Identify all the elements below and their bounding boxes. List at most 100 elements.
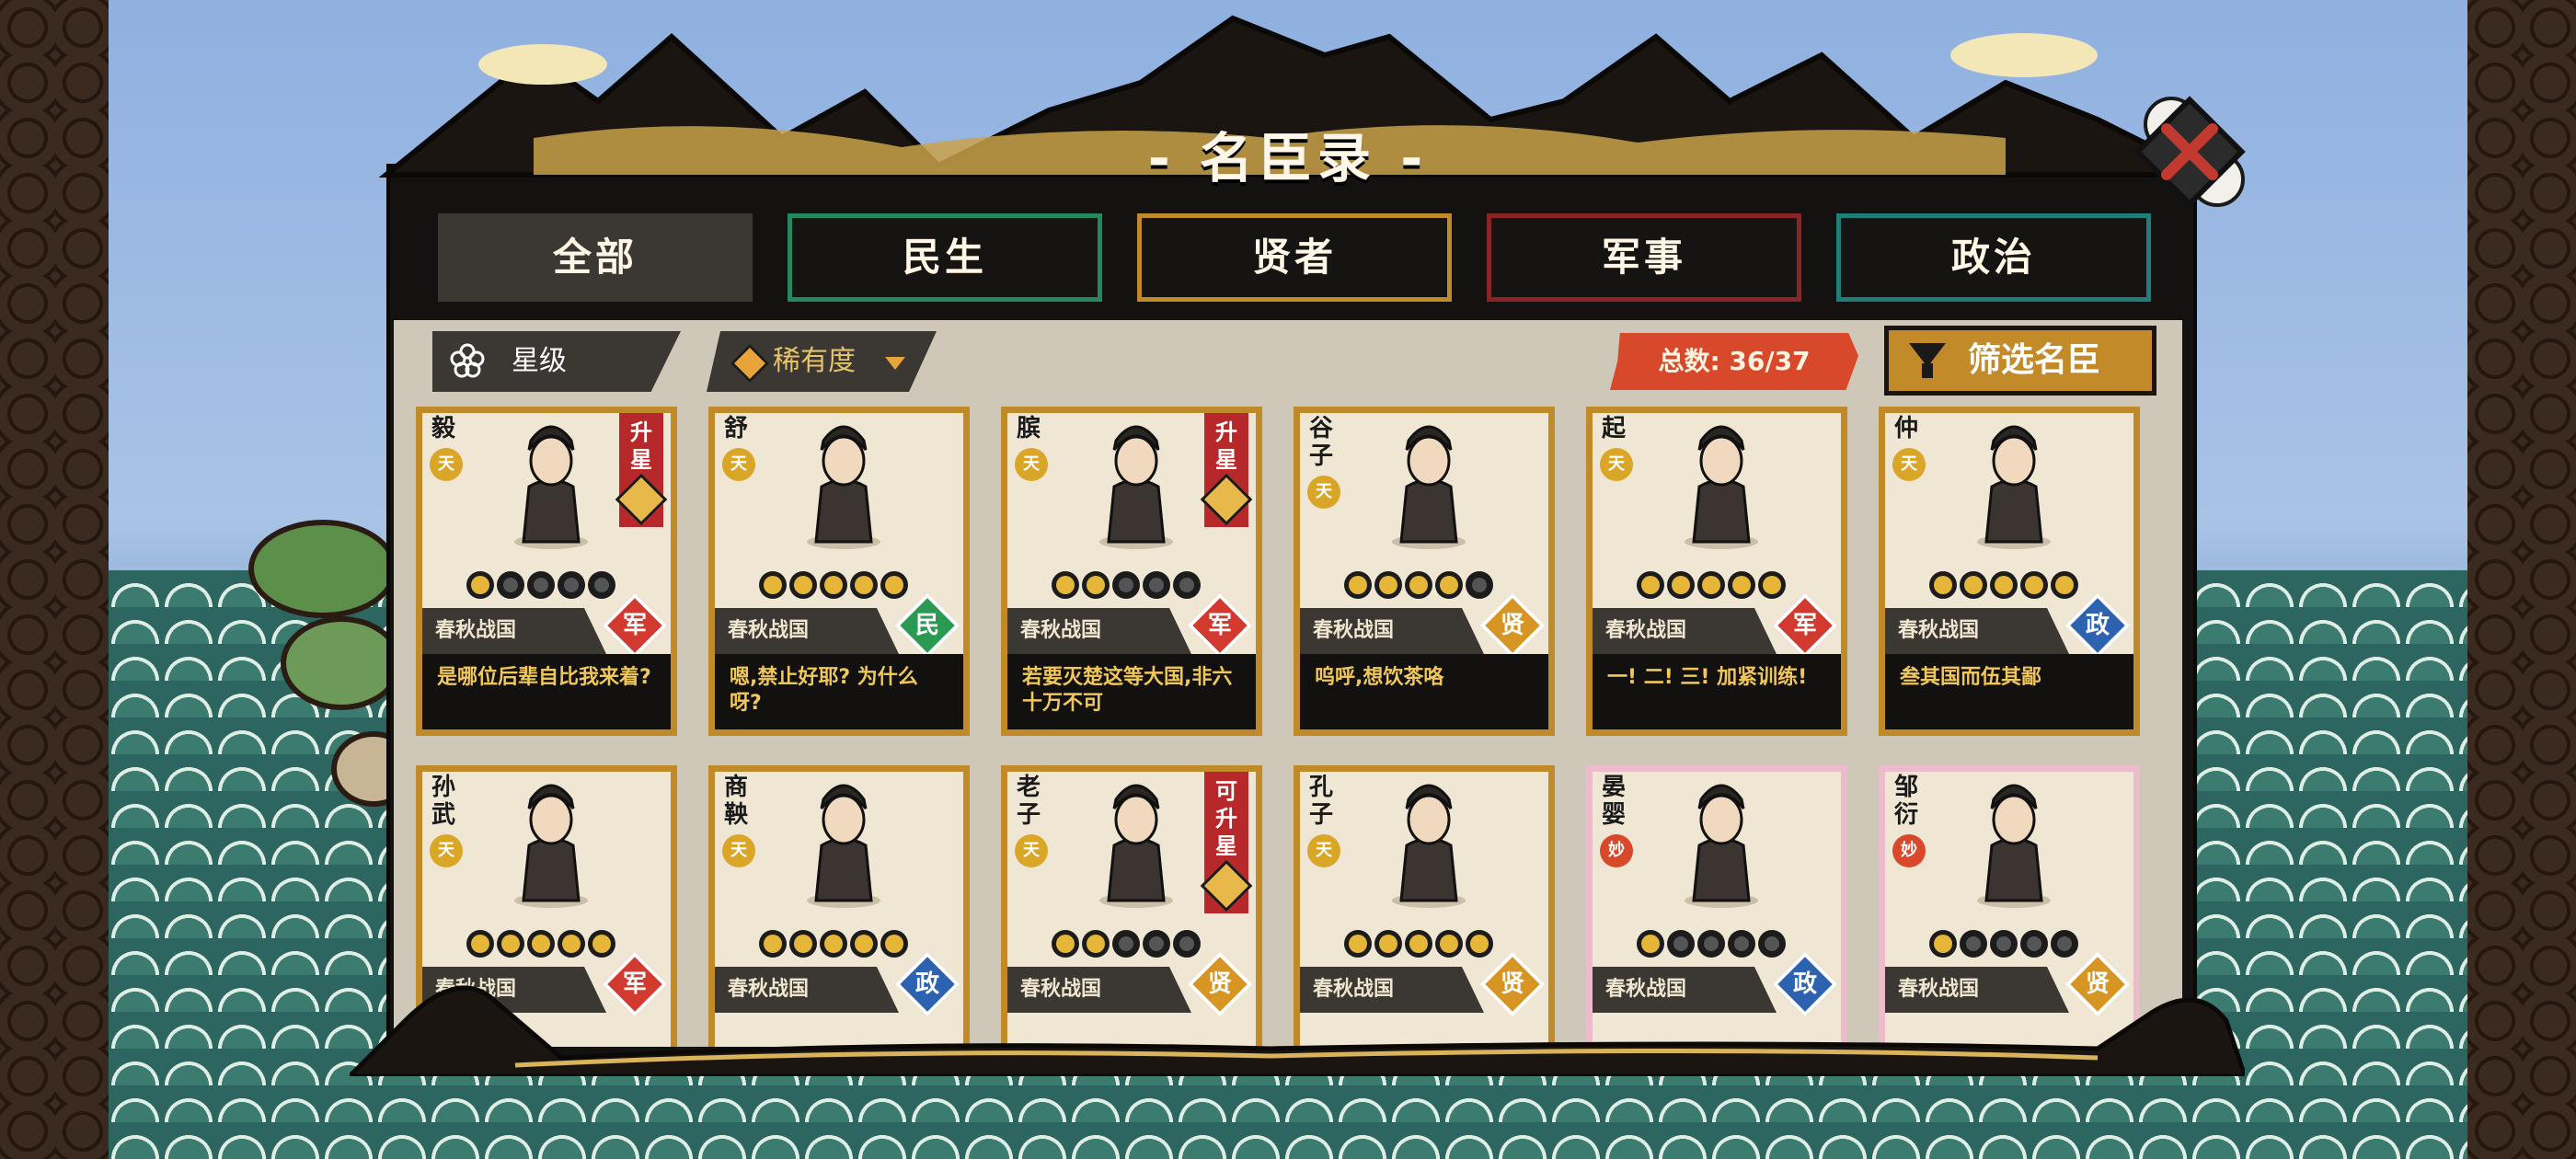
rank-badge: 天 xyxy=(1307,834,1340,867)
star-icon xyxy=(1052,571,1079,599)
star-icon xyxy=(1143,571,1170,599)
star-icon xyxy=(1697,930,1725,958)
tab-military[interactable]: 军事 xyxy=(1487,213,1801,302)
minister-card[interactable]: 谷子天春秋战国贤呜呼,想饮茶咯 xyxy=(1294,407,1555,736)
star-icon xyxy=(466,930,494,958)
minister-portrait xyxy=(514,425,588,549)
star-icon xyxy=(759,930,787,958)
minister-name: 晏婴 xyxy=(1602,774,1627,829)
minister-name: 老子 xyxy=(1017,774,1041,829)
minister-name: 膑 xyxy=(1017,415,1041,442)
star-rating xyxy=(1929,930,2104,959)
star-icon xyxy=(1728,571,1755,599)
minister-card[interactable]: 毅天 升 星春秋战国军是哪位后辈自比我来着? xyxy=(416,407,677,736)
star-icon xyxy=(1405,571,1432,599)
sort-rarity-label: 稀有度 xyxy=(773,345,856,377)
category-label: 军 xyxy=(622,612,647,639)
minister-portrait xyxy=(1392,784,1466,908)
star-icon xyxy=(1082,571,1110,599)
seal-icon xyxy=(615,473,668,526)
star-icon xyxy=(1344,571,1372,599)
rank-badge: 天 xyxy=(430,448,463,481)
minister-name: 舒 xyxy=(724,415,749,442)
upgrade-star-tag[interactable]: 升 星 xyxy=(615,413,668,527)
minister-name: 谷子 xyxy=(1309,415,1334,470)
tab-sage[interactable]: 贤者 xyxy=(1137,213,1452,302)
minister-portrait xyxy=(1392,425,1466,549)
star-rating xyxy=(1344,571,1519,601)
minister-portrait xyxy=(807,425,880,549)
category-badge: 政 xyxy=(2064,592,2131,659)
star-icon xyxy=(1990,571,2018,599)
minister-card[interactable]: 舒天春秋战国民嗯,禁止好耶? 为什么呀? xyxy=(708,407,970,736)
star-icon xyxy=(850,930,878,958)
tab-livelihood[interactable]: 民生 xyxy=(788,213,1102,302)
minister-quote: 若要灭楚这等大国,非六十万不可 xyxy=(1007,654,1256,729)
star-icon xyxy=(1929,930,1957,958)
seal-icon xyxy=(1200,473,1253,526)
minister-portrait xyxy=(807,784,880,908)
list-toolbar: 星级 稀有度 总数: 36/37 筛选名臣 xyxy=(394,320,2182,412)
rank-badge: 妙 xyxy=(1892,834,1926,867)
star-icon xyxy=(2020,571,2048,599)
minister-quote: 嗯,禁止好耶? 为什么呀? xyxy=(715,654,963,729)
rank-badge: 天 xyxy=(1015,834,1048,867)
star-icon xyxy=(1405,930,1432,958)
minister-card[interactable]: 仲天春秋战国政叁其国而伍其鄙 xyxy=(1879,407,2140,736)
star-icon xyxy=(880,930,908,958)
minister-name: 仲 xyxy=(1894,415,1919,442)
star-icon xyxy=(1112,571,1140,599)
star-icon xyxy=(1374,930,1402,958)
star-rating xyxy=(1052,930,1226,959)
filter-ministers-button[interactable]: 筛选名臣 xyxy=(1884,326,2156,396)
minister-name: 毅 xyxy=(431,415,456,442)
floating-island[interactable] xyxy=(248,520,397,618)
diamond-icon xyxy=(730,343,770,384)
right-frame-border xyxy=(2462,0,2576,1159)
category-badge: 军 xyxy=(1772,592,1838,659)
star-icon xyxy=(497,930,524,958)
star-icon xyxy=(1435,930,1463,958)
minister-quote: 叁其国而伍其鄙 xyxy=(1885,654,2133,729)
page-title: - 名臣录 - xyxy=(1147,127,1429,189)
category-badge: 军 xyxy=(1187,592,1253,659)
minister-name: 邹衍 xyxy=(1894,774,1919,829)
minister-card[interactable]: 膑天 升 星春秋战国军若要灭楚这等大国,非六十万不可 xyxy=(1001,407,1262,736)
rank-badge: 天 xyxy=(1015,448,1048,481)
star-icon xyxy=(1960,930,1987,958)
rank-badge: 天 xyxy=(1892,448,1926,481)
star-icon xyxy=(820,930,847,958)
upgrade-star-tag[interactable]: 可 升 星 xyxy=(1200,772,1253,913)
star-icon xyxy=(880,571,908,599)
star-icon xyxy=(558,930,585,958)
sort-by-star-button[interactable]: 星级 xyxy=(432,331,681,392)
category-badge: 贤 xyxy=(1479,592,1546,659)
minister-card[interactable]: 起天春秋战国军一! 二! 三! 加紧训练! xyxy=(1586,407,1847,736)
minister-portrait xyxy=(1685,425,1758,549)
floating-island[interactable] xyxy=(281,616,402,710)
minister-portrait xyxy=(1977,425,2051,549)
star-icon xyxy=(1052,930,1079,958)
category-label: 民 xyxy=(914,612,939,639)
era-label: 春秋战国 xyxy=(1007,608,1191,654)
upgrade-star-label: 升 星 xyxy=(1215,419,1237,473)
upgrade-star-tag[interactable]: 升 星 xyxy=(1200,413,1253,527)
star-icon xyxy=(1637,930,1664,958)
star-icon xyxy=(1728,930,1755,958)
close-icon[interactable] xyxy=(2116,78,2254,216)
minister-list-area[interactable]: 星级 稀有度 总数: 36/37 筛选名臣 毅天升 星春秋战国军是哪位后辈自比我… xyxy=(394,320,2182,1047)
category-badge: 民 xyxy=(894,592,960,659)
tab-politics[interactable]: 政治 xyxy=(1836,213,2151,302)
minister-name: 孔子 xyxy=(1309,774,1334,829)
tab-all[interactable]: 全部 xyxy=(438,213,753,302)
star-icon xyxy=(789,571,817,599)
minister-quote: 是哪位后辈自比我来着? xyxy=(422,654,671,729)
star-icon xyxy=(2051,571,2078,599)
star-icon xyxy=(1667,571,1695,599)
star-rating xyxy=(466,930,641,959)
rank-badge: 天 xyxy=(430,834,463,867)
sort-by-rarity-button[interactable]: 稀有度 xyxy=(707,331,937,392)
filter-icon-stem xyxy=(1922,363,1933,378)
era-label: 春秋战国 xyxy=(1593,608,1777,654)
left-frame-border xyxy=(0,0,114,1159)
